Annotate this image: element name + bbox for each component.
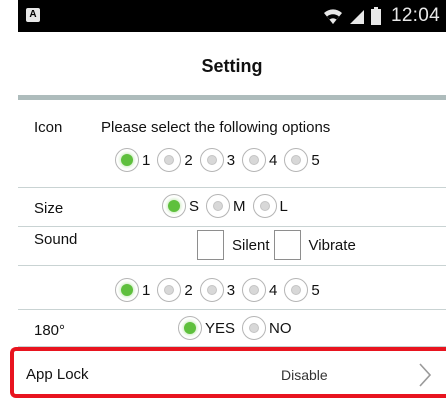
radio-circle — [206, 194, 231, 218]
icon-prompt: Please select the following options — [101, 119, 331, 136]
wifi-icon — [323, 9, 342, 24]
sound-checkbox-group: Silent Vibrate — [197, 230, 360, 260]
silent-checkbox[interactable]: Silent — [197, 230, 274, 260]
radio-circle — [199, 148, 224, 172]
radio-circle — [115, 278, 139, 302]
checkbox-square — [273, 230, 301, 260]
sound-radio-5[interactable]: 5 — [284, 278, 321, 302]
radio-circle — [242, 316, 267, 340]
size-label: Size — [34, 200, 64, 217]
rotate-label: 180° — [34, 322, 66, 339]
size-radio-m[interactable]: M — [206, 194, 248, 218]
row-divider — [18, 226, 446, 227]
app-lock-highlight-frame — [10, 347, 446, 398]
sound-radio-2[interactable]: 2 — [157, 278, 194, 302]
sound-radio-1[interactable]: 1 — [115, 278, 152, 302]
radio-circle — [242, 148, 267, 172]
radio-circle — [157, 278, 182, 302]
icon-radio-4[interactable]: 4 — [242, 148, 279, 172]
checkbox-square — [197, 230, 224, 260]
size-radio-l[interactable]: L — [252, 194, 290, 218]
sound-radio-3[interactable]: 3 — [199, 278, 237, 302]
radio-circle — [115, 148, 139, 172]
icon-radio-5[interactable]: 5 — [284, 148, 321, 172]
rotate-radio-no[interactable]: NO — [242, 316, 294, 340]
radio-circle — [242, 278, 267, 302]
sound-radio-group: 1 2 3 4 5 — [115, 278, 327, 302]
size-radio-group: S M L — [162, 194, 295, 218]
page-title: Setting — [201, 56, 263, 76]
status-time: 12:04 — [390, 5, 440, 26]
battery-icon — [370, 7, 381, 25]
icon-radio-group: 1 2 3 4 5 — [115, 148, 327, 172]
settings-screen: A 12:04 Setting Icon Please select the f… — [0, 0, 446, 402]
radio-circle — [284, 278, 309, 302]
radio-circle — [162, 194, 186, 218]
row-divider — [18, 309, 446, 310]
sound-radio-4[interactable]: 4 — [242, 278, 279, 302]
status-bar: A 12:04 — [18, 0, 446, 32]
status-icons: 12:04 — [323, 5, 440, 27]
rotate-radio-yes[interactable]: YES — [178, 316, 237, 340]
radio-circle — [178, 316, 202, 340]
radio-circle — [252, 194, 277, 218]
radio-circle — [157, 148, 182, 172]
notification-app-icon: A — [26, 8, 40, 22]
row-divider — [18, 187, 446, 188]
icon-label: Icon — [34, 119, 63, 136]
row-divider — [18, 265, 446, 266]
sound-label: Sound — [34, 231, 78, 248]
radio-circle — [199, 278, 224, 302]
header-divider — [18, 95, 446, 100]
icon-radio-3[interactable]: 3 — [199, 148, 237, 172]
icon-radio-2[interactable]: 2 — [157, 148, 194, 172]
app-header: Setting — [18, 32, 446, 94]
icon-radio-1[interactable]: 1 — [115, 148, 152, 172]
size-radio-s[interactable]: S — [162, 194, 201, 218]
signal-icon — [349, 10, 364, 24]
vibrate-checkbox[interactable]: Vibrate — [273, 230, 360, 260]
rotate-radio-group: YES NO — [178, 316, 299, 340]
radio-circle — [284, 148, 309, 172]
